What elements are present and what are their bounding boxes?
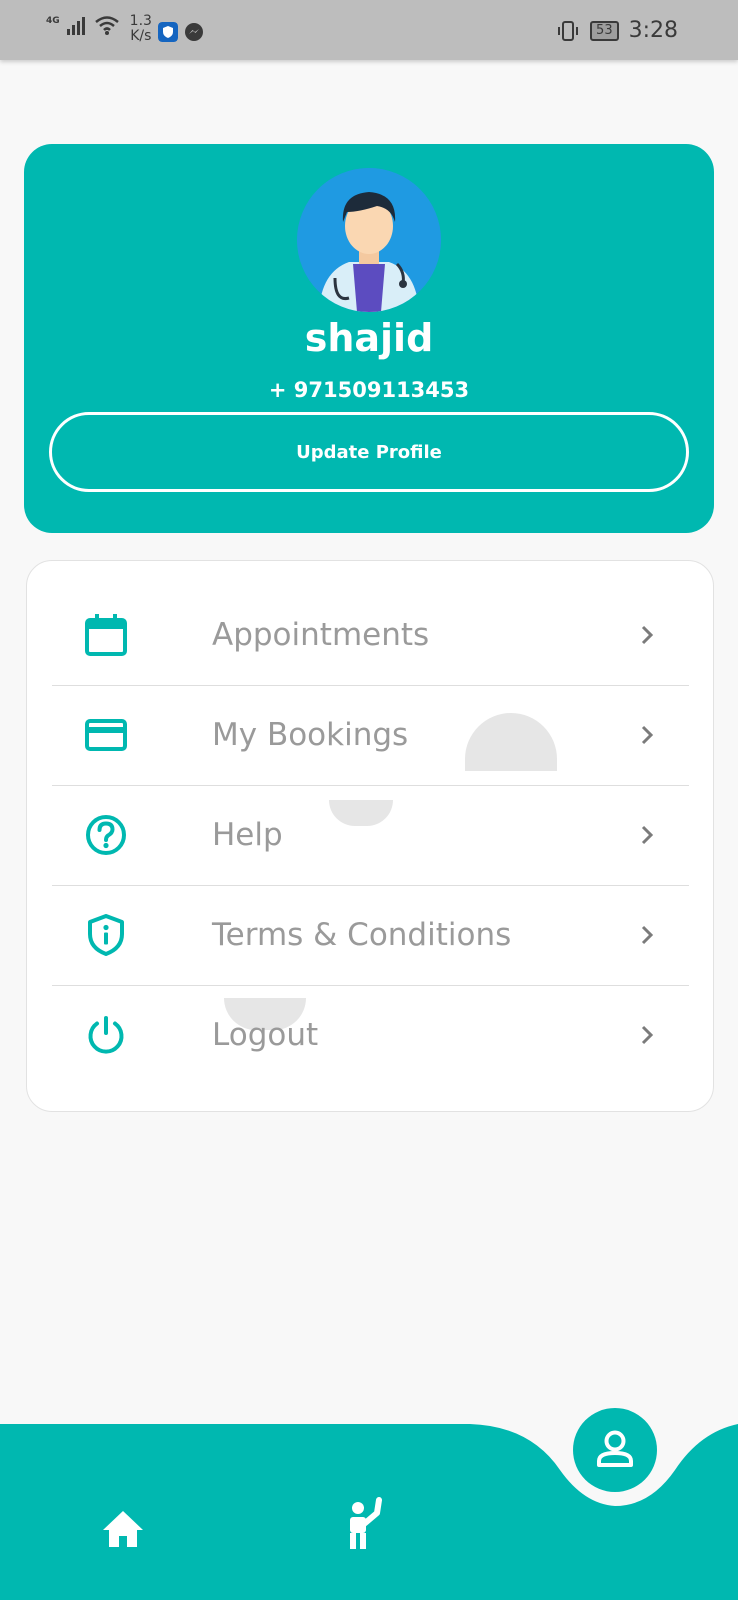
menu-item-label: Terms & Conditions: [212, 917, 512, 953]
menu-card: Appointments My Bookings Help Terms & Co…: [26, 560, 714, 1112]
wifi-icon: [94, 16, 119, 35]
menu-item-label: Appointments: [212, 617, 430, 653]
doctor-avatar-icon: [297, 168, 441, 312]
status-bar: 4G 1.3 K/s 53 3:28: [0, 0, 738, 60]
bottom-navigation: [0, 1408, 738, 1600]
menu-item-my-bookings[interactable]: My Bookings: [52, 685, 689, 786]
help-circle-icon: [86, 815, 126, 855]
chevron-right-icon: [641, 625, 654, 645]
nav-profile-button[interactable]: [573, 1408, 657, 1492]
battery-level: 53: [590, 20, 619, 41]
calendar-icon: [85, 614, 127, 656]
vibrate-icon: [558, 20, 579, 41]
menu-item-terms[interactable]: Terms & Conditions: [52, 885, 689, 986]
chevron-right-icon: [641, 1025, 654, 1045]
menu-item-help[interactable]: Help: [52, 785, 689, 886]
menu-item-label: My Bookings: [212, 717, 409, 753]
menu-item-logout[interactable]: Logout: [52, 985, 689, 1085]
nav-activity-button[interactable]: [342, 1496, 392, 1552]
speed-value: 1.3: [129, 13, 152, 29]
network-type: 4G: [46, 16, 60, 26]
messenger-icon: [184, 23, 203, 41]
profile-icon: [597, 1430, 633, 1467]
network-speed: 1.3 K/s: [130, 14, 152, 44]
speed-unit: K/s: [130, 28, 152, 44]
power-icon: [88, 1016, 124, 1054]
chevron-right-icon: [641, 825, 654, 845]
clock: 3:28: [628, 18, 678, 43]
menu-item-label: Help: [212, 817, 283, 853]
credit-card-icon: [85, 719, 127, 751]
shield-app-icon: [157, 22, 178, 42]
shield-info-icon: [88, 914, 124, 956]
person-waving-icon: [350, 1497, 382, 1549]
home-icon: [103, 1511, 143, 1547]
chevron-right-icon: [641, 925, 654, 945]
user-phone: + 971509113453: [268, 378, 470, 402]
menu-item-appointments[interactable]: Appointments: [52, 585, 689, 686]
avatar: [297, 168, 441, 312]
nav-home-button[interactable]: [98, 1504, 148, 1554]
status-bar-left: 4G 1.3 K/s: [46, 14, 204, 44]
profile-card: shajid + 971509113453 Update Profile: [24, 144, 714, 533]
signal-icon: [66, 17, 85, 35]
menu-item-label: Logout: [212, 1017, 319, 1053]
update-profile-button[interactable]: Update Profile: [49, 412, 689, 492]
user-name: shajid: [304, 316, 434, 360]
chevron-right-icon: [641, 725, 654, 745]
status-bar-right: 53 3:28: [556, 18, 678, 43]
